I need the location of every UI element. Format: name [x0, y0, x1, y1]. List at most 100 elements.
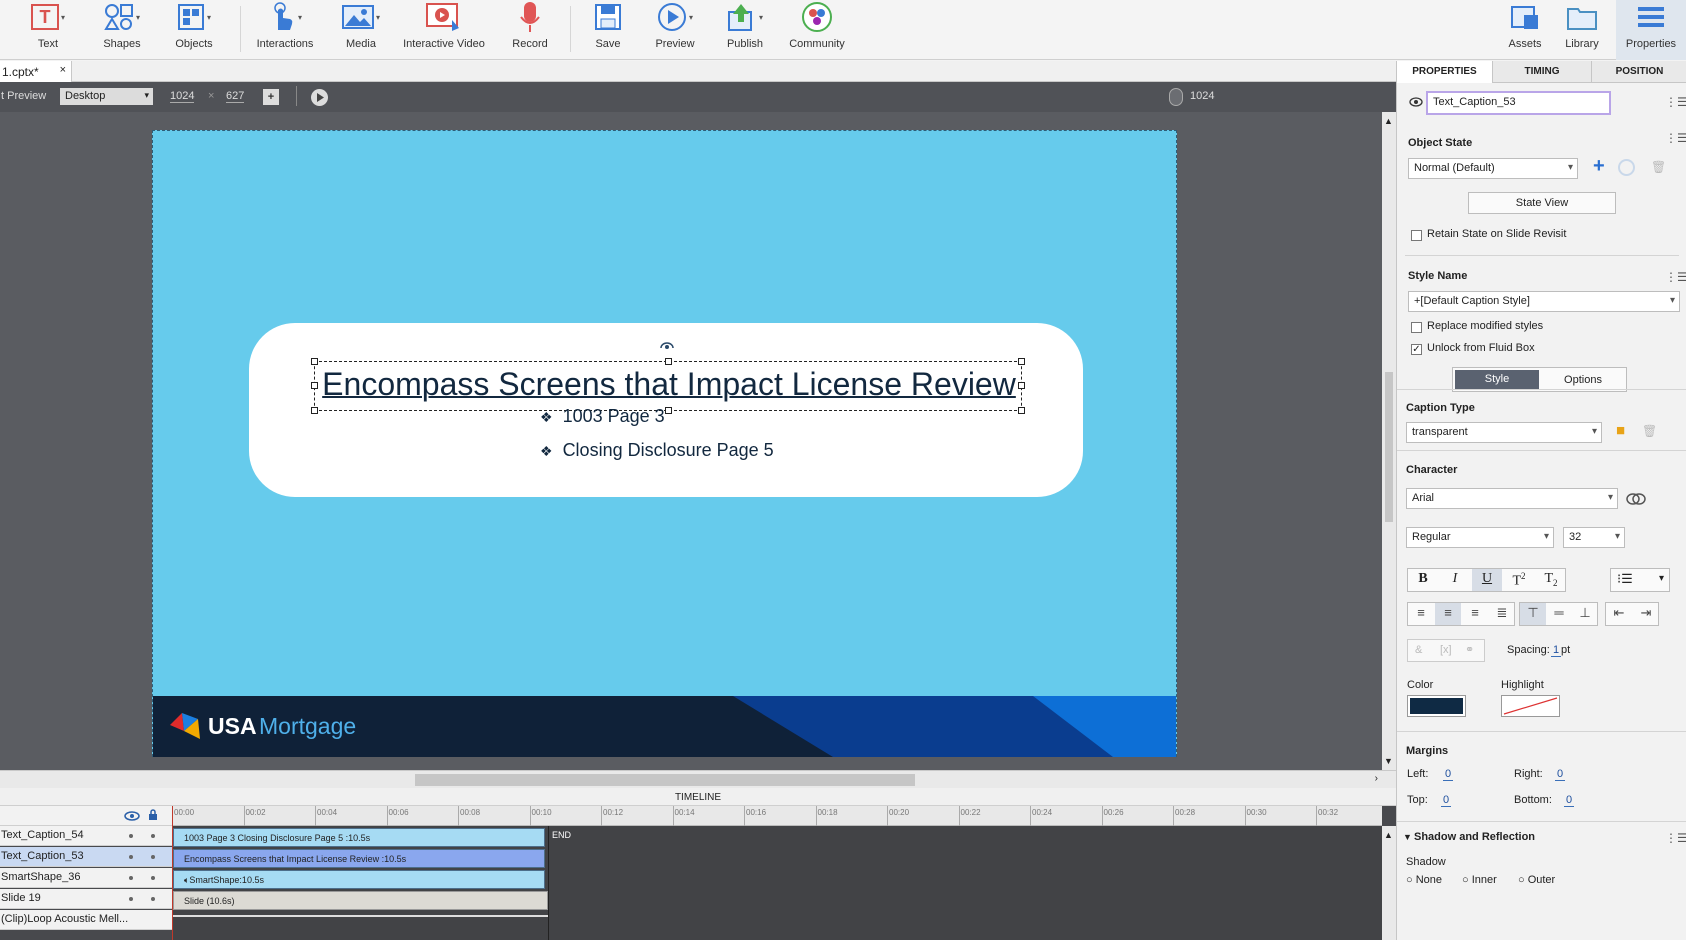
- device-select[interactable]: Desktop ▾: [60, 88, 153, 105]
- lock-dot[interactable]: [151, 834, 155, 838]
- underline-button[interactable]: U: [1472, 569, 1502, 591]
- outdent-icon[interactable]: ⇤: [1606, 603, 1632, 625]
- align-bottom-icon[interactable]: ⊥: [1572, 603, 1598, 625]
- publish-button[interactable]: ▾ Publish: [720, 0, 770, 60]
- stage-vertical-scrollbar[interactable]: ▲ ▼: [1382, 112, 1396, 770]
- timeline-scrollbar[interactable]: ▲: [1382, 826, 1396, 940]
- text-color-picker[interactable]: [1407, 695, 1466, 717]
- objects-button[interactable]: ▾ Objects: [168, 0, 220, 60]
- scroll-up-icon[interactable]: ▲: [1384, 116, 1393, 126]
- align-right-icon[interactable]: ≡: [1462, 603, 1488, 625]
- eye-icon[interactable]: [124, 811, 140, 821]
- delete-state-icon[interactable]: 🗑︎: [1651, 160, 1666, 174]
- unlock-fluid-checkbox[interactable]: ✓: [1411, 344, 1422, 355]
- library-button[interactable]: Library: [1560, 0, 1604, 60]
- visibility-dot[interactable]: [129, 855, 133, 859]
- lock-icon[interactable]: [148, 809, 158, 821]
- end-marker[interactable]: [548, 826, 549, 940]
- font-size-select[interactable]: 32: [1563, 527, 1625, 548]
- horizontal-scroll-thumb[interactable]: [415, 774, 915, 786]
- community-button[interactable]: Community: [786, 0, 848, 60]
- insert-symbol-icon[interactable]: [x]: [1440, 644, 1452, 656]
- interactions-button[interactable]: ▾ Interactions: [252, 0, 318, 60]
- resize-handle[interactable]: [311, 382, 318, 389]
- document-tab[interactable]: 1.cptx* ×: [0, 61, 72, 82]
- timeline-layer-row[interactable]: Slide 19: [0, 889, 172, 909]
- shapes-button[interactable]: ▾ Shapes: [96, 0, 148, 60]
- resize-handle[interactable]: [665, 358, 672, 365]
- margin-bottom-value[interactable]: 0: [1564, 794, 1575, 807]
- object-name-input[interactable]: Text_Caption_53: [1426, 91, 1611, 115]
- selected-text-caption[interactable]: Encompass Screens that Impact License Re…: [311, 358, 1025, 414]
- state-select[interactable]: Normal (Default): [1408, 158, 1578, 179]
- align-left-icon[interactable]: ≡: [1408, 603, 1434, 625]
- font-link-icon[interactable]: [1626, 492, 1646, 506]
- assets-button[interactable]: Assets: [1504, 0, 1546, 60]
- resize-handle[interactable]: [1018, 358, 1025, 365]
- indent-icon[interactable]: ⇥: [1633, 603, 1659, 625]
- record-button[interactable]: Record: [508, 0, 552, 60]
- align-center-icon[interactable]: ≡: [1435, 603, 1461, 625]
- add-state-icon[interactable]: +: [1593, 155, 1605, 178]
- rotate-handle-icon[interactable]: [658, 339, 676, 353]
- retain-state-checkbox[interactable]: [1411, 230, 1422, 241]
- timeline-layer-row-selected[interactable]: Text_Caption_53: [0, 847, 172, 867]
- edit-state-icon[interactable]: [1618, 159, 1635, 176]
- scroll-right-icon[interactable]: ›: [1375, 773, 1378, 784]
- superscript-button[interactable]: T2: [1504, 569, 1534, 591]
- breakpoint-handle[interactable]: [1169, 88, 1183, 106]
- shadow-inner-radio[interactable]: ○ Inner: [1462, 874, 1497, 886]
- lock-dot[interactable]: [151, 876, 155, 880]
- subscript-button[interactable]: T2: [1536, 569, 1566, 591]
- resize-handle[interactable]: [1018, 407, 1025, 414]
- text-button[interactable]: T ▾ Text: [26, 0, 70, 60]
- highlight-color-picker[interactable]: [1501, 695, 1560, 717]
- close-icon[interactable]: ×: [60, 64, 66, 76]
- caption-type-select[interactable]: transparent: [1406, 422, 1602, 443]
- timeline-bar[interactable]: Slide (10.6s): [173, 891, 548, 910]
- timeline-layer-row[interactable]: Text_Caption_54: [0, 826, 172, 846]
- resize-handle[interactable]: [665, 407, 672, 414]
- margin-left-value[interactable]: 0: [1443, 768, 1454, 781]
- style-name-select[interactable]: +[Default Caption Style]: [1408, 291, 1680, 312]
- media-button[interactable]: ▾ Media: [338, 0, 384, 60]
- shadow-outer-radio[interactable]: ○ Outer: [1518, 874, 1555, 886]
- add-breakpoint-icon[interactable]: +: [263, 89, 279, 105]
- tab-position[interactable]: POSITION: [1592, 61, 1686, 83]
- margin-top-value[interactable]: 0: [1441, 794, 1452, 807]
- bold-button[interactable]: B: [1408, 569, 1438, 591]
- delete-icon[interactable]: 🗑︎: [1642, 424, 1657, 438]
- visibility-dot[interactable]: [129, 876, 133, 880]
- list-style-select[interactable]: ⁝☰ ▾: [1610, 568, 1670, 592]
- resize-handle[interactable]: [1018, 382, 1025, 389]
- align-justify-icon[interactable]: ≣: [1489, 603, 1515, 625]
- panel-menu-icon[interactable]: ⋮☰: [1665, 95, 1686, 109]
- vertical-scroll-thumb[interactable]: [1385, 372, 1393, 522]
- section-menu-icon[interactable]: ⋮☰: [1665, 831, 1686, 845]
- folder-icon[interactable]: ■: [1616, 422, 1625, 439]
- resize-handle[interactable]: [311, 407, 318, 414]
- tab-timing[interactable]: TIMING: [1493, 61, 1592, 83]
- preview-button[interactable]: ▾ Preview: [648, 0, 702, 60]
- timeline-ruler[interactable]: 00:00 00:02 00:04 00:06 00:08 00:10 00:12 00:14…: [172, 806, 1382, 826]
- scroll-up-icon[interactable]: ▲: [1384, 830, 1393, 840]
- shadow-reflection-heading[interactable]: Shadow and Reflection: [1414, 831, 1535, 843]
- hyperlink-icon[interactable]: ⚭: [1465, 643, 1474, 656]
- insert-variable-icon[interactable]: &: [1415, 644, 1422, 656]
- timeline-layer-row[interactable]: SmartShape_36: [0, 868, 172, 888]
- font-style-select[interactable]: Regular: [1406, 527, 1554, 548]
- timeline-bar[interactable]: 1003 Page 3 Closing Disclosure Page 5 :1…: [173, 828, 545, 847]
- properties-button[interactable]: Properties: [1616, 0, 1686, 60]
- timeline-bar-selected[interactable]: Encompass Screens that Impact License Re…: [173, 849, 545, 868]
- italic-button[interactable]: I: [1440, 569, 1470, 591]
- spacing-value[interactable]: 1: [1551, 644, 1562, 657]
- width-field[interactable]: 1024: [170, 90, 195, 103]
- lock-dot[interactable]: [151, 855, 155, 859]
- state-view-button[interactable]: State View: [1468, 192, 1616, 214]
- stage-horizontal-scrollbar[interactable]: ›: [0, 770, 1396, 788]
- options-subtab[interactable]: Options: [1541, 370, 1625, 389]
- align-top-icon[interactable]: ⊤: [1520, 603, 1546, 625]
- interactive-video-button[interactable]: Interactive Video: [402, 0, 486, 60]
- align-middle-icon[interactable]: ═: [1546, 603, 1572, 625]
- timeline-bar[interactable]: 🔈︎SmartShape:10.5s: [173, 870, 545, 889]
